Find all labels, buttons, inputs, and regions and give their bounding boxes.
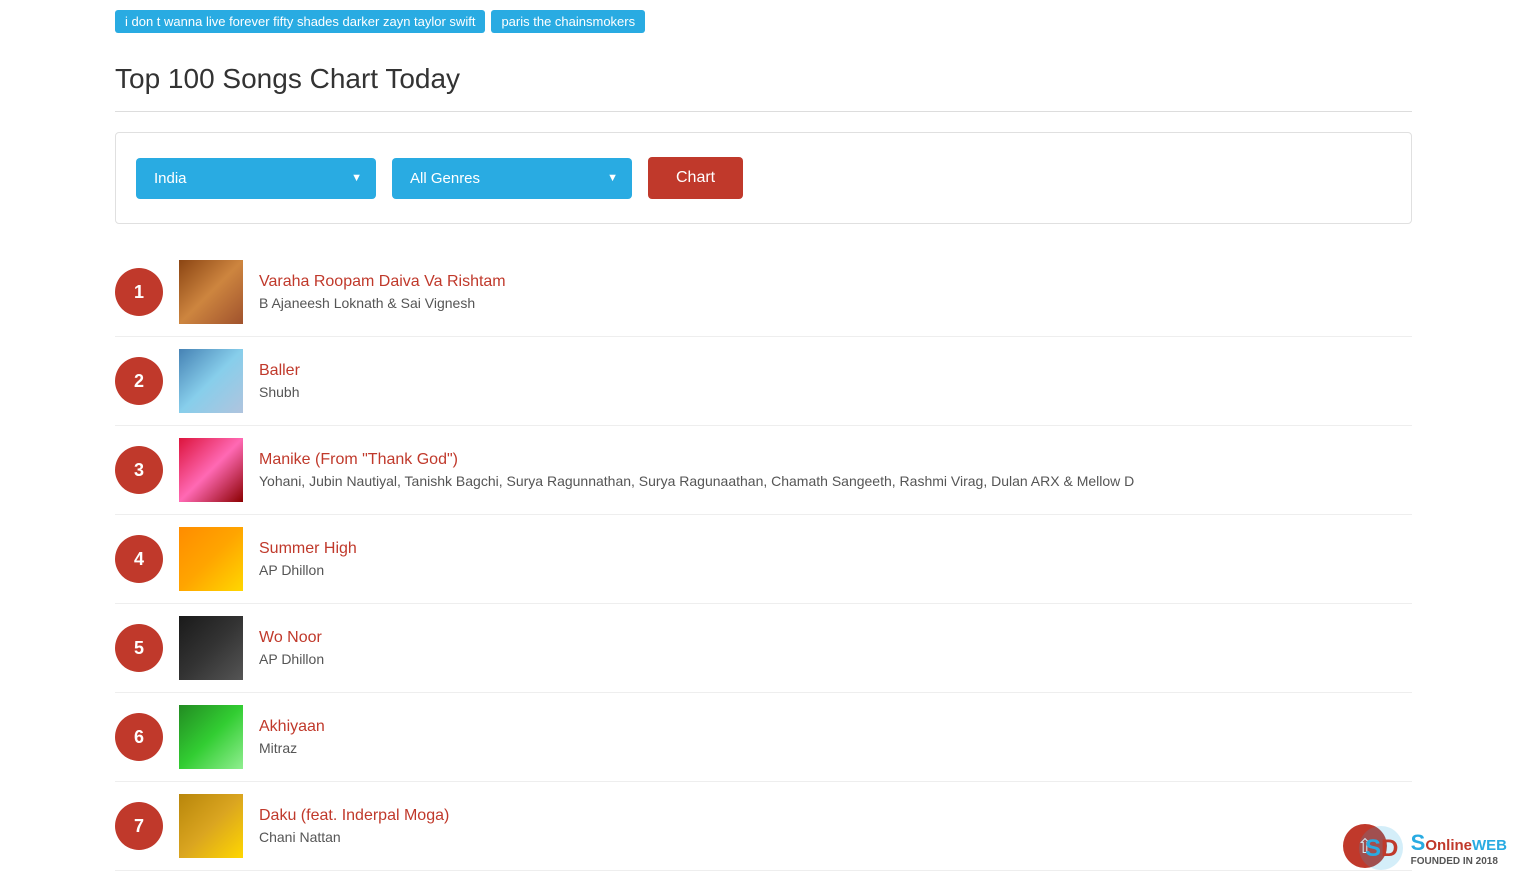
tags-bar: i don t wanna live forever fifty shades …: [0, 0, 1527, 43]
song-artist: Mitraz: [259, 740, 1412, 756]
song-artist: AP Dhillon: [259, 651, 1412, 667]
song-title[interactable]: Varaha Roopam Daiva Va Rishtam: [259, 273, 1412, 291]
song-info: Manike (From "Thank God") Yohani, Jubin …: [259, 451, 1412, 489]
table-row: 7 Daku (feat. Inderpal Moga) Chani Natta…: [115, 782, 1412, 871]
table-row: 6 Akhiyaan Mitraz: [115, 693, 1412, 782]
song-rank: 7: [115, 802, 163, 850]
table-row: 5 Wo Noor AP Dhillon: [115, 604, 1412, 693]
song-rank: 3: [115, 446, 163, 494]
song-title[interactable]: Wo Noor: [259, 629, 1412, 647]
song-thumbnail: [179, 349, 243, 413]
tag-item[interactable]: paris the chainsmokers: [491, 10, 645, 33]
song-title[interactable]: Akhiyaan: [259, 718, 1412, 736]
genre-select[interactable]: All GenresPopRockHip HopR&BCountryElectr…: [392, 158, 632, 199]
logo-founded: FOUNDED IN 2018: [1411, 856, 1507, 867]
table-row: 2 Baller Shubh: [115, 337, 1412, 426]
song-info: Baller Shubh: [259, 362, 1412, 400]
table-row: 3 Manike (From "Thank God") Yohani, Jubi…: [115, 426, 1412, 515]
main-content: Top 100 Songs Chart Today IndiaUSAUKAust…: [0, 43, 1527, 891]
song-artist: Yohani, Jubin Nautiyal, Tanishk Bagchi, …: [259, 473, 1412, 489]
song-rank: 2: [115, 357, 163, 405]
song-rank: 4: [115, 535, 163, 583]
song-thumbnail: [179, 705, 243, 769]
logo-web: WEB: [1472, 837, 1507, 854]
song-rank: 6: [115, 713, 163, 761]
song-rank: 1: [115, 268, 163, 316]
country-select-wrapper[interactable]: IndiaUSAUKAustraliaCanada: [136, 158, 376, 199]
song-info: Varaha Roopam Daiva Va Rishtam B Ajanees…: [259, 273, 1412, 311]
song-title[interactable]: Baller: [259, 362, 1412, 380]
song-title[interactable]: Manike (From "Thank God"): [259, 451, 1412, 469]
song-info: Akhiyaan Mitraz: [259, 718, 1412, 756]
song-thumbnail: [179, 438, 243, 502]
divider: [115, 111, 1412, 112]
country-select[interactable]: IndiaUSAUKAustraliaCanada: [136, 158, 376, 199]
site-logo: S D SOnlineWEB FOUNDED IN 2018: [1357, 824, 1507, 872]
svg-text:D: D: [1381, 835, 1398, 862]
song-info: Summer High AP Dhillon: [259, 540, 1412, 578]
tag-item[interactable]: i don t wanna live forever fifty shades …: [115, 10, 485, 33]
page-title: Top 100 Songs Chart Today: [115, 63, 1412, 95]
song-thumbnail: [179, 794, 243, 858]
table-row: 1 Varaha Roopam Daiva Va Rishtam B Ajane…: [115, 248, 1412, 337]
logo-sd: S: [1411, 830, 1426, 855]
song-info: Wo Noor AP Dhillon: [259, 629, 1412, 667]
song-rank: 5: [115, 624, 163, 672]
logo-online: Online: [1425, 837, 1472, 854]
songs-list: 1 Varaha Roopam Daiva Va Rishtam B Ajane…: [115, 248, 1412, 871]
svg-text:S: S: [1365, 835, 1381, 862]
song-thumbnail: [179, 527, 243, 591]
genre-select-wrapper[interactable]: All GenresPopRockHip HopR&BCountryElectr…: [392, 158, 632, 199]
song-artist: Chani Nattan: [259, 829, 1412, 845]
song-artist: B Ajaneesh Loknath & Sai Vignesh: [259, 295, 1412, 311]
song-title[interactable]: Summer High: [259, 540, 1412, 558]
filter-box: IndiaUSAUKAustraliaCanada All GenresPopR…: [115, 132, 1412, 224]
song-title[interactable]: Daku (feat. Inderpal Moga): [259, 807, 1412, 825]
chart-button[interactable]: Chart: [648, 157, 743, 199]
logo-icon: S D: [1357, 824, 1405, 872]
song-artist: Shubh: [259, 384, 1412, 400]
song-artist: AP Dhillon: [259, 562, 1412, 578]
song-thumbnail: [179, 616, 243, 680]
song-info: Daku (feat. Inderpal Moga) Chani Nattan: [259, 807, 1412, 845]
table-row: 4 Summer High AP Dhillon: [115, 515, 1412, 604]
song-thumbnail: [179, 260, 243, 324]
